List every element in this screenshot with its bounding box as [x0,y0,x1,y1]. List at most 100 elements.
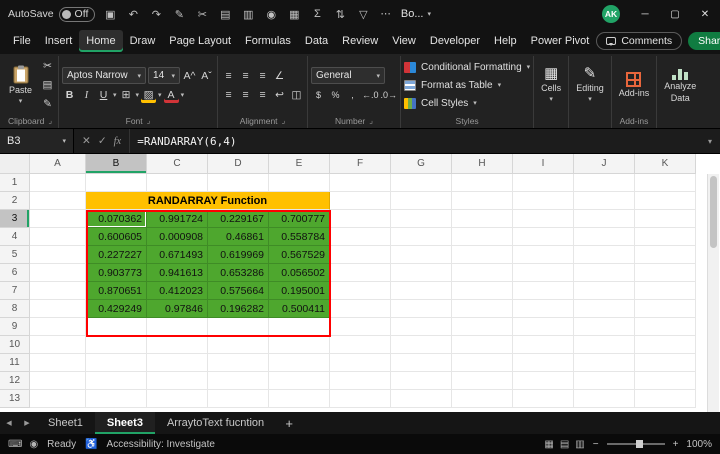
next-sheet-icon[interactable]: ▶ [18,412,36,434]
cell-g12[interactable] [391,372,452,390]
cell-h5[interactable] [452,246,513,264]
column-header-h[interactable]: H [452,154,513,174]
cell-e7[interactable]: 0.195001 [269,282,330,300]
cell-a12[interactable] [30,372,86,390]
wrap-text-icon[interactable]: ↩ [272,87,287,103]
cell-g1[interactable] [391,174,452,192]
cell-g6[interactable] [391,264,452,282]
paste-button[interactable]: Paste ▾ [5,63,36,108]
merge-center-icon[interactable]: ◫ [289,87,304,103]
orientation-icon[interactable]: ∠ [272,68,287,84]
bold-button[interactable]: B [62,87,77,103]
cell-k6[interactable] [635,264,696,282]
align-left-icon[interactable]: ≡ [221,87,236,103]
style-item-conditional-formatting[interactable]: Conditional Formatting▾ [404,60,530,75]
increase-decimal-icon[interactable]: ←.0 [362,87,379,103]
column-header-k[interactable]: K [635,154,696,174]
row-header-10[interactable]: 10 [0,336,30,354]
cell-i7[interactable] [513,282,574,300]
expand-formula-bar-icon[interactable]: ▾ [708,137,720,146]
cut-icon[interactable]: ✂ [40,58,55,74]
cell-b13[interactable] [86,390,147,408]
format-painter-icon[interactable]: ✎ [40,96,55,112]
dialog-launcher-icon[interactable]: ⌟ [147,116,151,125]
accounting-format-icon[interactable]: $ [311,87,326,103]
cell-i5[interactable] [513,246,574,264]
cell-f9[interactable] [330,318,391,336]
cell-b7[interactable]: 0.870651 [86,282,147,300]
menu-tab-developer[interactable]: Developer [423,30,487,52]
menu-tab-page-layout[interactable]: Page Layout [162,30,238,52]
cell-f10[interactable] [330,336,391,354]
cell-j13[interactable] [574,390,635,408]
cell-i2[interactable] [513,192,574,210]
cell-b5[interactable]: 0.227227 [86,246,147,264]
style-item-cell-styles[interactable]: Cell Styles▾ [404,96,477,111]
cell-j7[interactable] [574,282,635,300]
align-center-icon[interactable]: ≡ [238,87,253,103]
cell-a11[interactable] [30,354,86,372]
cell-k4[interactable] [635,228,696,246]
cell-h3[interactable] [452,210,513,228]
addins-button[interactable]: Add-ins [615,70,654,101]
cell-b10[interactable] [86,336,147,354]
cell-k10[interactable] [635,336,696,354]
zoom-out-button[interactable]: − [593,439,599,450]
cell-e3[interactable]: 0.700777 [269,210,330,228]
decrease-decimal-icon[interactable]: .0→ [381,87,398,103]
menu-tab-insert[interactable]: Insert [38,30,80,52]
format-painter-icon[interactable]: ✎ [172,8,186,21]
cell-h1[interactable] [452,174,513,192]
cell-a5[interactable] [30,246,86,264]
menu-tab-draw[interactable]: Draw [123,30,163,52]
cell-e8[interactable]: 0.500411 [269,300,330,318]
cell-i4[interactable] [513,228,574,246]
cell-i9[interactable] [513,318,574,336]
cell-k9[interactable] [635,318,696,336]
cell-a1[interactable] [30,174,86,192]
cell-i1[interactable] [513,174,574,192]
number-format-select[interactable]: General ▾ [311,67,385,84]
cell-i11[interactable] [513,354,574,372]
new-sheet-button[interactable]: + [276,412,302,434]
cell-h13[interactable] [452,390,513,408]
row-header-8[interactable]: 8 [0,300,30,318]
cell-c12[interactable] [147,372,208,390]
cell-b4[interactable]: 0.600605 [86,228,147,246]
align-middle-icon[interactable]: ≡ [238,68,253,84]
grow-font-button[interactable]: A^ [182,68,197,84]
percent-format-icon[interactable]: % [328,87,343,103]
column-header-c[interactable]: C [147,154,208,174]
cell-j3[interactable] [574,210,635,228]
column-header-d[interactable]: D [208,154,269,174]
menu-tab-home[interactable]: Home [79,30,122,52]
normal-view-icon[interactable]: ▦ [544,439,553,450]
cell-f13[interactable] [330,390,391,408]
cell-k2[interactable] [635,192,696,210]
cell-g7[interactable] [391,282,452,300]
style-item-format-as-table[interactable]: Format as Table▾ [404,78,501,93]
cell-i13[interactable] [513,390,574,408]
cell-j2[interactable] [574,192,635,210]
cell-e5[interactable]: 0.567529 [269,246,330,264]
sort-icon[interactable]: ⇅ [333,8,347,21]
copy-icon[interactable]: ▤ [40,77,55,93]
cell-h6[interactable] [452,264,513,282]
cell-g10[interactable] [391,336,452,354]
cell-g5[interactable] [391,246,452,264]
more-commands-icon[interactable]: ⋯ [378,8,393,20]
cell-f4[interactable] [330,228,391,246]
cell-f2[interactable] [330,192,391,210]
merged-title-cell[interactable]: RANDARRAY Function [86,192,330,210]
cell-a13[interactable] [30,390,86,408]
scrollbar-thumb[interactable] [710,176,717,248]
cell-b9[interactable] [86,318,147,336]
column-header-g[interactable]: G [391,154,452,174]
cell-h12[interactable] [452,372,513,390]
cell-e9[interactable] [269,318,330,336]
cut-icon[interactable]: ✂ [195,8,209,21]
cell-c11[interactable] [147,354,208,372]
cell-h2[interactable] [452,192,513,210]
keyboard-icon[interactable]: ⌨ [8,439,22,450]
undo-icon[interactable]: ↶ [126,8,140,21]
